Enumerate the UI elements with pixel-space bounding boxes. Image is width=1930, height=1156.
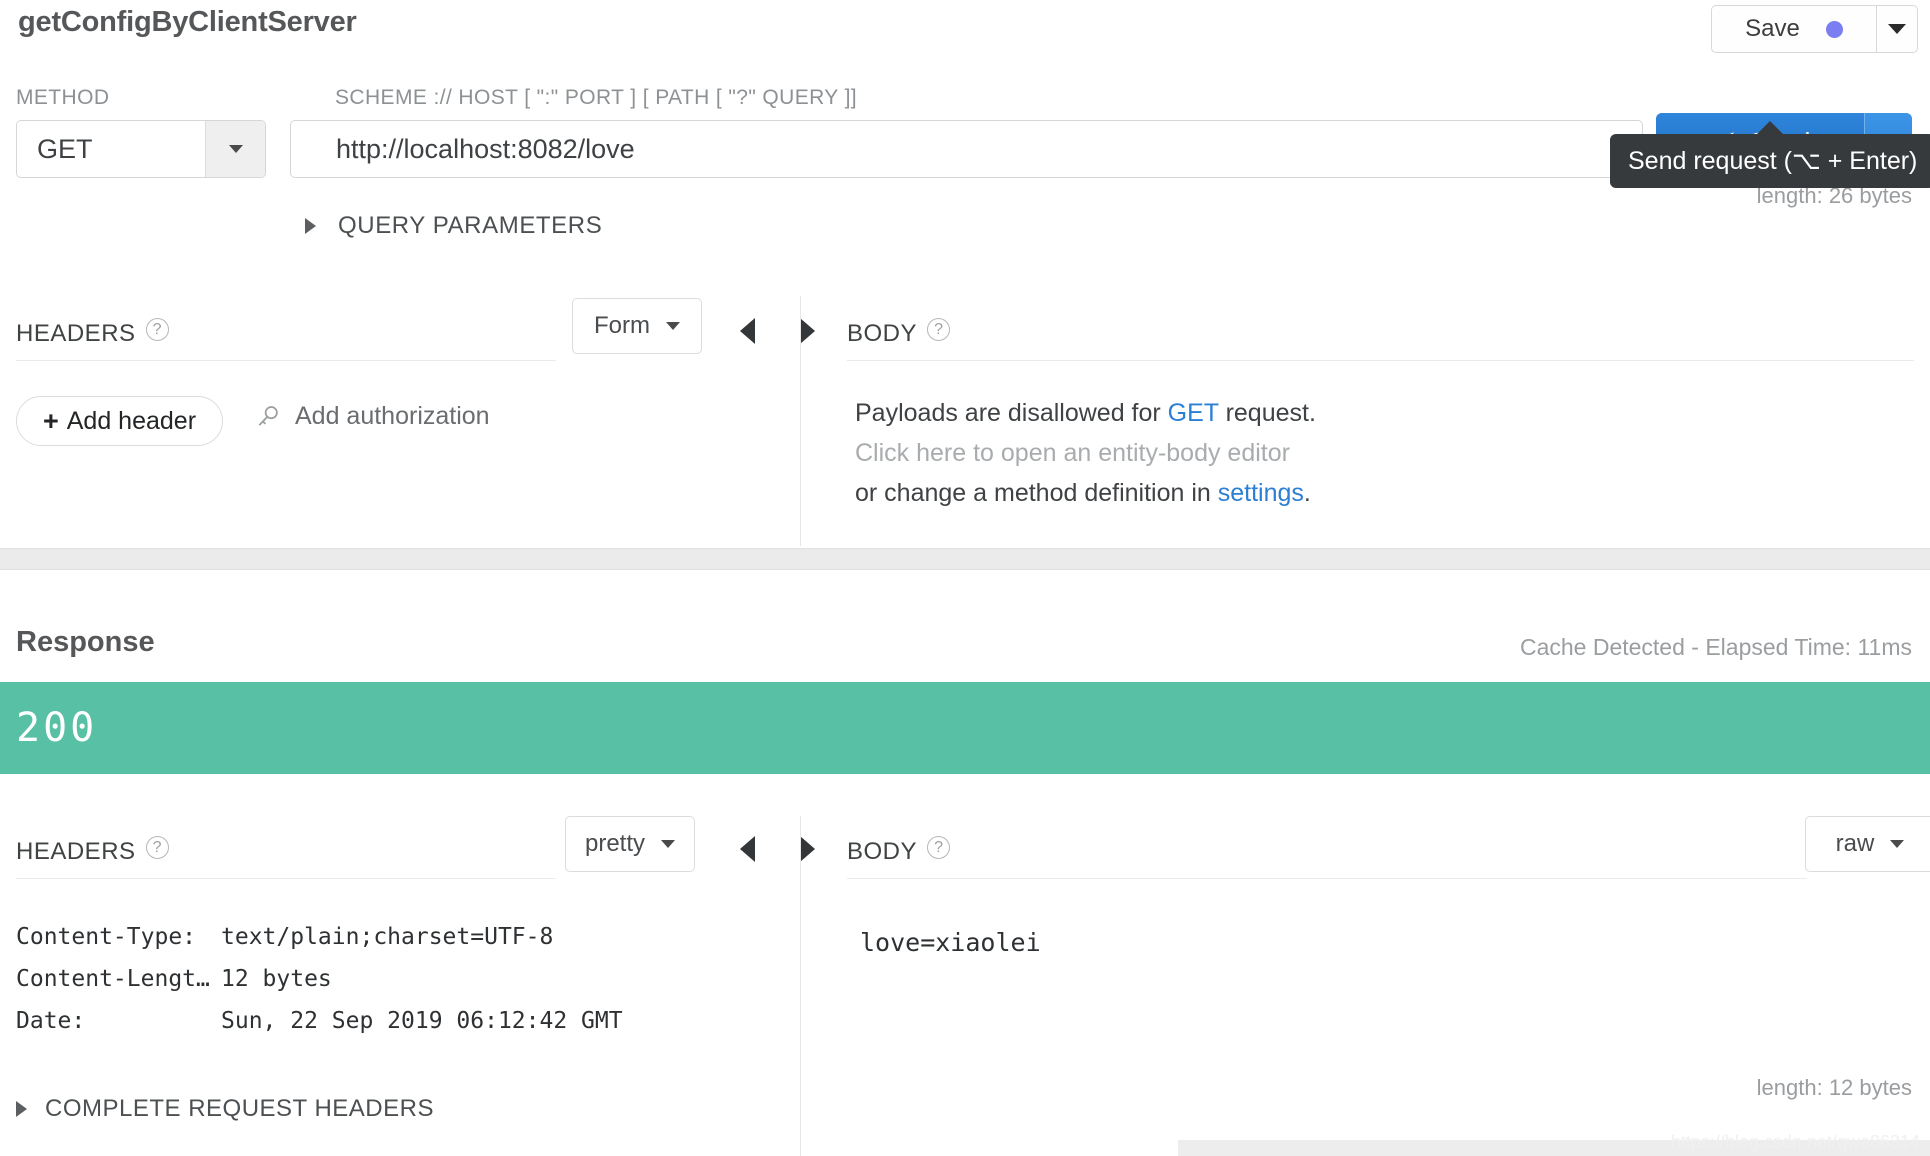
request-body-header: BODY? (847, 318, 951, 348)
add-header-button-label: Add header (66, 406, 197, 435)
request-panes-divider (800, 296, 801, 546)
response-headers-divider (16, 878, 556, 879)
send-request-tooltip-text: Send request (⌥ + Enter) (1628, 147, 1918, 175)
triangle-right-icon (305, 218, 316, 234)
request-body-notice-line-1: Payloads are disallowed for GET request. (855, 399, 1316, 428)
help-icon[interactable]: ? (145, 318, 169, 341)
header-key: Date: (16, 1008, 86, 1034)
url-input[interactable]: http://localhost:8082/love (290, 120, 1643, 178)
response-body-content: love=xiaolei (860, 928, 1041, 957)
help-icon[interactable]: ? (145, 836, 169, 859)
table-row: Date: Sun, 22 Sep 2019 06:12:42 GMT (16, 1000, 623, 1042)
complete-request-headers-label: COMPLETE REQUEST HEADERS (45, 1095, 434, 1122)
unsaved-changes-dot-icon (1825, 20, 1843, 38)
response-body-format-select[interactable]: raw (1805, 816, 1930, 872)
response-length-text: length: 12 bytes (1756, 1075, 1912, 1100)
key-icon (258, 405, 278, 426)
help-icon[interactable]: ? (927, 318, 951, 341)
chevron-down-icon (666, 322, 680, 330)
response-headers-header: HEADERS? (16, 836, 169, 866)
header-key: Content-Type: (16, 924, 197, 950)
response-body-divider (847, 878, 1807, 879)
response-headers-format-value: pretty (584, 830, 646, 857)
collapse-request-headers-button[interactable] (740, 318, 755, 344)
url-field-label: SCHEME :// HOST [ ":" PORT ] [ PATH [ "?… (335, 86, 858, 109)
triangle-right-icon (16, 1101, 27, 1117)
method-field-label: METHOD (16, 86, 110, 109)
response-body-format-value: raw (1835, 830, 1875, 857)
notice-1-post: request. (1218, 399, 1316, 427)
chevron-down-icon (1890, 840, 1905, 848)
notice-3-pre: or change a method definition in (855, 479, 1218, 507)
chevron-down-icon (1888, 24, 1906, 34)
get-method-link[interactable]: GET (1168, 399, 1219, 427)
save-options-button[interactable] (1876, 5, 1918, 53)
chevron-down-icon (228, 145, 243, 153)
notice-1-pre: Payloads are disallowed for (855, 399, 1168, 427)
page-title: getConfigByClientServer (18, 6, 357, 38)
response-body-label: BODY (847, 838, 918, 865)
request-headers-format-select[interactable]: Form (572, 298, 702, 354)
status-code: 200 (16, 705, 98, 751)
response-headers-label: HEADERS (16, 838, 136, 865)
response-body-header: BODY? (847, 836, 951, 866)
header-value: text/plain;charset=UTF-8 (221, 924, 554, 950)
table-row: Content-Type: text/plain;charset=UTF-8 (16, 916, 623, 958)
request-body-notice-line-3: or change a method definition in setting… (855, 479, 1311, 508)
settings-link[interactable]: settings (1218, 479, 1304, 507)
request-headers-format-value: Form (594, 312, 650, 339)
method-select-caret[interactable] (205, 121, 265, 177)
add-header-button[interactable]: + Add header (16, 396, 223, 446)
save-button[interactable]: Save (1711, 5, 1876, 53)
header-value: 12 bytes (221, 966, 332, 992)
request-body-label: BODY (847, 320, 918, 347)
add-authorization-label: Add authorization (295, 402, 490, 430)
tooltip-arrow-icon (1756, 121, 1784, 135)
header-key: Content-Lengt… (16, 966, 210, 992)
request-titlebar: getConfigByClientServer Save (0, 0, 1930, 62)
response-status-bar: 200 (0, 682, 1930, 774)
method-select[interactable]: GET (16, 120, 266, 178)
save-button-group: Save (1711, 5, 1918, 53)
chevron-down-icon (661, 840, 676, 848)
plus-icon: + (42, 405, 59, 436)
request-response-splitter[interactable] (0, 548, 1930, 570)
complete-request-headers-disclosure[interactable]: COMPLETE REQUEST HEADERS (16, 1095, 434, 1123)
watermark: https://blog.csdn.net/qwe86314 (1670, 1132, 1920, 1152)
save-button-label: Save (1745, 15, 1800, 42)
request-headers-label: HEADERS (16, 320, 136, 347)
request-body-divider (847, 360, 1914, 361)
http-client-window: getConfigByClientServer Save METHOD SCHE… (0, 0, 1930, 1156)
expand-request-body-button[interactable] (800, 318, 815, 344)
method-select-value: GET (37, 133, 93, 164)
request-headers-header: HEADERS? (16, 318, 169, 348)
response-panes-divider (800, 816, 801, 1156)
expand-response-body-button[interactable] (800, 836, 815, 862)
request-headers-divider (16, 360, 556, 361)
header-value: Sun, 22 Sep 2019 06:12:42 GMT (221, 1008, 623, 1034)
notice-3-post: . (1303, 479, 1311, 507)
table-row: Content-Lengt… 12 bytes (16, 958, 623, 1000)
query-parameters-label: QUERY PARAMETERS (338, 212, 603, 239)
response-headers-list: Content-Type: text/plain;charset=UTF-8 C… (16, 916, 623, 1042)
help-icon[interactable]: ? (927, 836, 951, 859)
open-entity-body-editor-link[interactable]: Click here to open an entity-body editor (855, 439, 1290, 468)
collapse-response-headers-button[interactable] (740, 836, 755, 862)
query-parameters-disclosure[interactable]: QUERY PARAMETERS (305, 212, 602, 240)
response-title: Response (16, 626, 155, 658)
response-headers-format-select[interactable]: pretty (565, 816, 695, 872)
send-request-tooltip: Send request (⌥ + Enter) (1610, 121, 1930, 188)
add-authorization-button[interactable]: Add authorization (255, 402, 490, 431)
response-meta-text: Cache Detected - Elapsed Time: 11ms (1519, 634, 1912, 660)
